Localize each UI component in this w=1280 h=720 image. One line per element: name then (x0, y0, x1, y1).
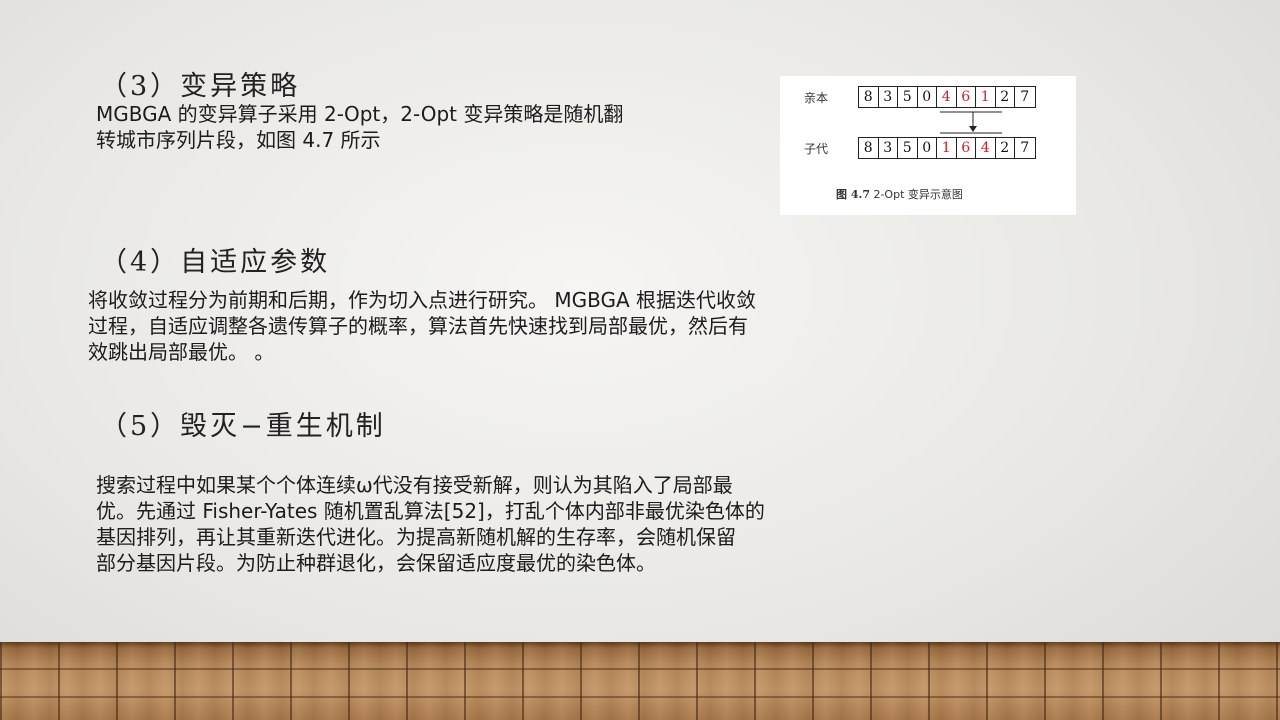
section-4-heading: （4）自适应参数 (100, 247, 331, 278)
parent-sequence: 835046127 (858, 86, 1036, 108)
caption-text: 2-Opt 变异示意图 (869, 188, 963, 201)
section-3-heading: （3）变异策略 (100, 71, 301, 102)
sequence-cell: 8 (859, 87, 879, 107)
sequence-cell: 8 (859, 138, 879, 158)
section-5-heading: （5）毁灭−重生机制 (100, 411, 386, 442)
slide: （3）变异策略 MGBGA 的变异算子采用 2-Opt，2-Opt 变异策略是随… (0, 0, 1280, 720)
sequence-cell: 7 (1020, 89, 1030, 105)
sequence-cell: 6 (957, 138, 976, 158)
sequence-cell: 0 (918, 87, 937, 107)
sequence-cell: 1 (976, 87, 996, 107)
caption-number: 图 4.7 (836, 188, 870, 201)
wood-floor-decoration (0, 642, 1280, 720)
sequence-cell: 4 (976, 138, 996, 158)
paragraph-line: 基因排列，再让其重新迭代进化。为提高新随机解的生存率，会随机保留 (96, 525, 736, 549)
section-4-paragraph: 将收敛过程分为前期和后期，作为切入点进行研究。 MGBGA 根据迭代收敛 过程，… (88, 287, 756, 365)
paragraph-line: 优。先通过 Fisher-Yates 随机置乱算法[52]，打乱个体内部非最优染… (96, 499, 765, 523)
paragraph-line: 效跳出局部最优。 。 (88, 340, 275, 364)
child-sequence: 835016427 (858, 137, 1036, 159)
sequence-cell: 3 (879, 138, 898, 158)
sequence-cell: 2 (996, 138, 1015, 158)
sequence-cell: 7 (1020, 140, 1030, 156)
parent-row-label: 亲本 (804, 91, 829, 105)
sequence-cell: 3 (879, 87, 898, 107)
sequence-cell: 0 (918, 138, 937, 158)
arrow-head (969, 126, 977, 132)
sequence-cell: 5 (898, 87, 918, 107)
sequence-cell: 6 (957, 87, 976, 107)
paragraph-line: 搜索过程中如果某个个体连续ω代没有接受新解，则认为其陷入了局部最 (96, 473, 733, 497)
paragraph-line: 转城市序列片段，如图 4.7 所示 (96, 128, 381, 152)
sequence-cell: 2 (996, 87, 1015, 107)
sequence-cell: 1 (937, 138, 957, 158)
paragraph-line: 过程，自适应调整各遗传算子的概率，算法首先快速找到局部最优，然后有 (88, 314, 748, 338)
section-5-paragraph: 搜索过程中如果某个个体连续ω代没有接受新解，则认为其陷入了局部最 优。先通过 F… (96, 472, 765, 576)
section-3-paragraph: MGBGA 的变异算子采用 2-Opt，2-Opt 变异策略是随机翻 转城市序列… (96, 101, 623, 153)
figure-caption: 图 4.7 2-Opt 变异示意图 (836, 186, 963, 202)
paragraph-line: 部分基因片段。为防止种群退化，会保留适应度最优的染色体。 (96, 551, 656, 575)
child-row-label: 子代 (804, 142, 829, 156)
paragraph-line: MGBGA 的变异算子采用 2-Opt，2-Opt 变异策略是随机翻 (96, 102, 624, 126)
paragraph-line: 将收敛过程分为前期和后期，作为切入点进行研究。 MGBGA 根据迭代收敛 (88, 288, 757, 312)
sequence-cell: 5 (898, 138, 918, 158)
sequence-cell: 4 (937, 87, 957, 107)
